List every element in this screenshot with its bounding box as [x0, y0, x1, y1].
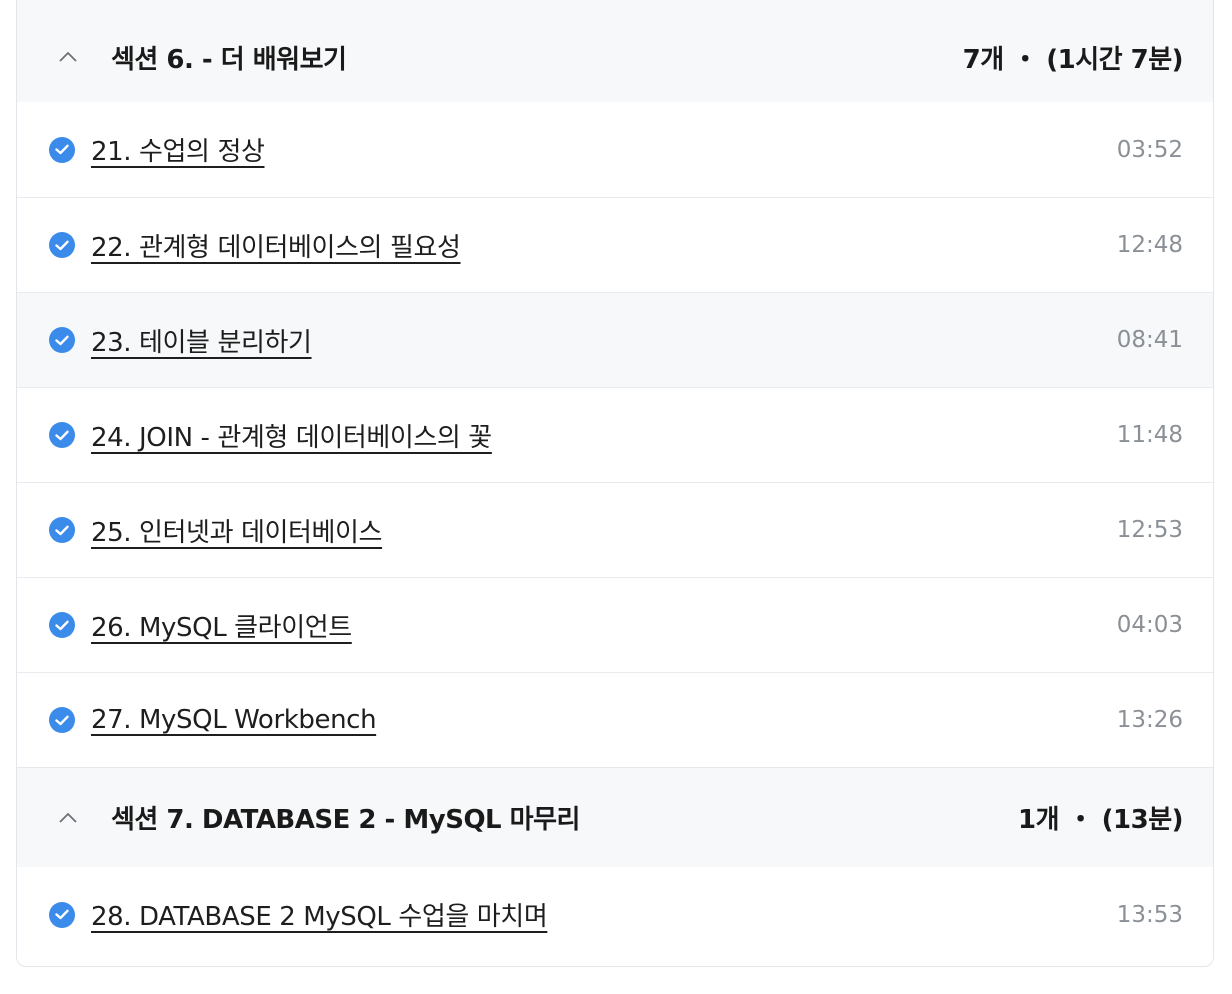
lesson-title-link[interactable]: 23. 테이블 분리하기 [91, 322, 1117, 359]
check-circle-icon [49, 232, 75, 258]
chevron-up-icon[interactable] [55, 44, 81, 70]
lesson-row[interactable]: 24. JOIN - 관계형 데이터베이스의 꽃 11:48 [17, 387, 1213, 482]
check-circle-icon [49, 136, 75, 163]
section-meta: 7개 ・ (1시간 7분) [962, 44, 1184, 75]
lesson-row[interactable]: 27. MySQL Workbench 13:26 [17, 672, 1213, 767]
lesson-duration: 13:26 [1116, 707, 1183, 733]
lesson-title-link[interactable]: 22. 관계형 데이터베이스의 필요성 [91, 227, 1117, 264]
lesson-row[interactable]: 26. MySQL 클라이언트 04:03 [17, 577, 1213, 672]
section-header-7[interactable]: 섹션 7. DATABASE 2 - MySQL 마무리 1개 ・ (13분) [17, 767, 1213, 867]
lesson-row[interactable]: 25. 인터넷과 데이터베이스 12:53 [17, 482, 1213, 577]
lesson-title-link[interactable]: 25. 인터넷과 데이터베이스 [91, 512, 1117, 549]
lesson-row[interactable]: 21. 수업의 정상 03:52 [17, 102, 1213, 197]
section-meta: 1개 ・ (13분) [1018, 805, 1183, 835]
lesson-row[interactable]: 28. DATABASE 2 MySQL 수업을 마치며 13:53 [17, 867, 1213, 962]
lesson-title-link[interactable]: 28. DATABASE 2 MySQL 수업을 마치며 [91, 896, 1117, 933]
lesson-row[interactable]: 23. 테이블 분리하기 08:41 [17, 292, 1213, 387]
lesson-duration: 13:53 [1116, 901, 1183, 928]
lesson-title-link[interactable]: 27. MySQL Workbench [91, 705, 1117, 735]
check-circle-icon [49, 422, 75, 448]
lesson-row[interactable]: 22. 관계형 데이터베이스의 필요성 12:48 [17, 197, 1213, 292]
curriculum-list: 섹션 6. - 더 배워보기 7개 ・ (1시간 7분) 21. 수업의 정상 … [16, 0, 1214, 967]
check-circle-icon [49, 901, 75, 928]
check-circle-icon [49, 327, 75, 353]
lesson-duration: 11:48 [1116, 422, 1183, 448]
lesson-duration: 12:48 [1116, 232, 1183, 258]
lesson-duration: 08:41 [1116, 327, 1183, 353]
section-title: 섹션 7. DATABASE 2 - MySQL 마무리 [111, 805, 580, 835]
lesson-title-link[interactable]: 26. MySQL 클라이언트 [91, 607, 1117, 644]
lesson-title-link[interactable]: 24. JOIN - 관계형 데이터베이스의 꽃 [91, 417, 1117, 454]
lesson-duration: 04:03 [1116, 612, 1183, 638]
section-title: 섹션 6. - 더 배워보기 [111, 44, 347, 75]
check-circle-icon [49, 517, 75, 543]
check-circle-icon [49, 612, 75, 638]
check-circle-icon [49, 707, 75, 733]
lesson-duration: 12:53 [1116, 517, 1183, 543]
lesson-duration: 03:52 [1116, 136, 1183, 163]
lesson-title-link[interactable]: 21. 수업의 정상 [91, 131, 1117, 168]
chevron-up-icon[interactable] [55, 805, 81, 831]
section-header-6[interactable]: 섹션 6. - 더 배워보기 7개 ・ (1시간 7분) [17, 0, 1213, 102]
